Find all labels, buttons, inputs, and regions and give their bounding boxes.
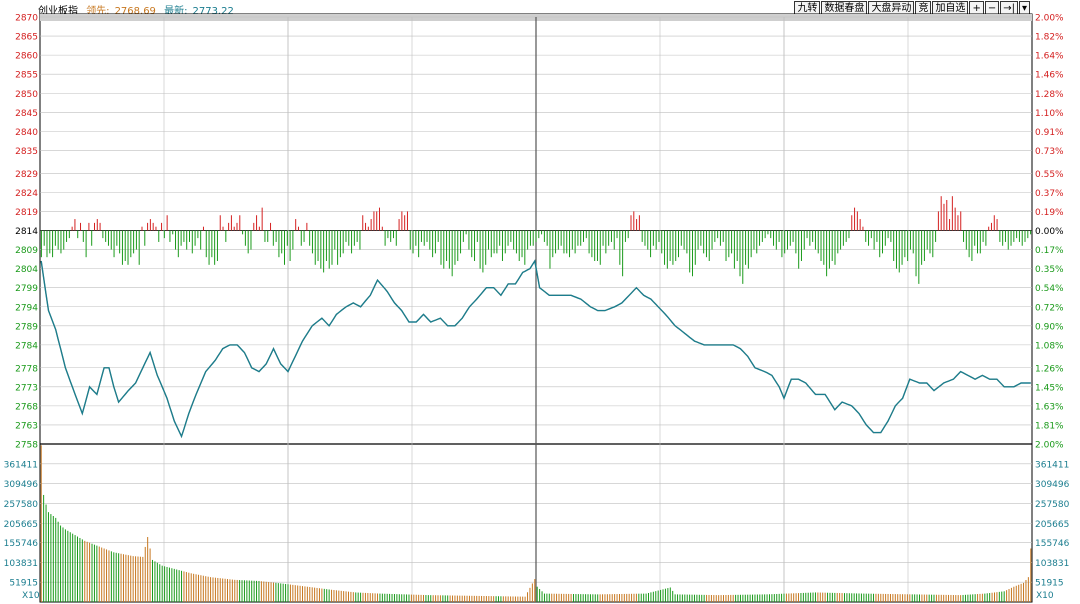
price-axis-tick-left: 2799 (15, 284, 38, 294)
price-axis-tick-left: 2824 (15, 189, 38, 199)
price-axis-tick-left: 2814 (15, 227, 38, 237)
price-axis-tick-left: 2850 (15, 90, 38, 100)
price-axis-tick-left: 2804 (15, 265, 38, 275)
price-axis-tick-left: 2860 (15, 52, 38, 62)
volume-axis-tick-left: 205665 (4, 520, 38, 530)
price-axis-tick-left: 2835 (15, 147, 38, 157)
price-axis-tick-left: 2829 (15, 170, 38, 180)
pct-axis-tick-right: 0.00% (1035, 227, 1064, 237)
pct-axis-tick-right: 1.08% (1035, 341, 1064, 351)
volume-unit-right: X10 (1036, 591, 1054, 601)
volume-axis-tick-right: 205665 (1035, 520, 1069, 530)
price-axis-tick-left: 2870 (15, 14, 38, 24)
pct-axis-tick-right: 2.00% (1035, 14, 1064, 24)
pct-axis-tick-right: 0.91% (1035, 128, 1064, 138)
volume-axis-tick-left: 309496 (4, 480, 39, 490)
price-axis-tick-left: 2819 (15, 208, 38, 218)
price-axis-tick-left: 2758 (15, 441, 38, 451)
pct-axis-tick-right: 0.73% (1035, 147, 1064, 157)
pct-axis-tick-right: 0.54% (1035, 284, 1064, 294)
price-axis-tick-left: 2789 (15, 322, 38, 332)
volume-axis-tick-right: 257580 (1035, 500, 1070, 510)
pct-axis-tick-right: 0.17% (1035, 246, 1064, 256)
pct-axis-tick-right: 1.46% (1035, 71, 1064, 81)
pct-axis-tick-right: 1.10% (1035, 109, 1064, 119)
volume-axis-tick-left: 257580 (4, 500, 39, 510)
pct-axis-tick-right: 2.00% (1035, 441, 1064, 451)
volume-axis-tick-left: 103831 (4, 559, 38, 569)
pct-axis-tick-right: 1.63% (1035, 402, 1064, 412)
volume-axis-tick-right: 309496 (1035, 480, 1070, 490)
pct-axis-tick-right: 0.90% (1035, 322, 1064, 332)
pct-axis-tick-right: 0.55% (1035, 170, 1064, 180)
price-axis-tick-left: 2763 (15, 421, 38, 431)
volume-axis-tick-right: 51915 (1035, 579, 1064, 589)
price-axis-tick-left: 2768 (15, 402, 38, 412)
pct-axis-tick-right: 0.19% (1035, 208, 1064, 218)
volume-axis-tick-right: 361411 (1035, 460, 1069, 470)
timeshare-chart-window: 创业板指 领先: 2768.69 最新: 2773.22 九转 数据春盘 大盘异动 … (0, 0, 1080, 604)
price-axis-tick-left: 2784 (15, 341, 38, 351)
pct-axis-tick-right: 1.82% (1035, 33, 1064, 43)
pct-axis-tick-right: 1.28% (1035, 90, 1064, 100)
volume-axis-tick-left: 155746 (4, 539, 39, 549)
volume-axis-tick-right: 103831 (1035, 559, 1069, 569)
pct-axis-tick-right: 0.37% (1035, 189, 1064, 199)
pct-axis-tick-right: 1.64% (1035, 52, 1064, 62)
volume-unit-left: X10 (22, 591, 40, 601)
price-axis-tick-left: 2809 (15, 246, 38, 256)
volume-axis-tick-right: 155746 (1035, 539, 1070, 549)
price-axis-tick-left: 2865 (15, 33, 38, 43)
price-axis-tick-left: 2794 (15, 303, 38, 313)
pct-axis-tick-right: 1.26% (1035, 364, 1064, 374)
price-axis-tick-left: 2840 (15, 128, 38, 138)
volume-axis-tick-left: 51915 (9, 579, 38, 589)
volume-axis-tick-left: 361411 (4, 460, 38, 470)
pct-axis-tick-right: 0.35% (1035, 265, 1064, 275)
pct-axis-tick-right: 0.72% (1035, 303, 1064, 313)
pct-axis-tick-right: 1.45% (1035, 383, 1064, 393)
price-axis-tick-left: 2773 (15, 383, 38, 393)
chart-canvas: 2870 2.00% 2865 1.82% 2860 1.64% 2855 1.46% 2850… (4, 13, 1070, 603)
pct-axis-tick-right: 1.81% (1035, 421, 1064, 431)
price-axis-tick-left: 2855 (15, 71, 38, 81)
price-axis-tick-left: 2845 (15, 109, 38, 119)
price-axis-tick-left: 2778 (15, 364, 38, 374)
